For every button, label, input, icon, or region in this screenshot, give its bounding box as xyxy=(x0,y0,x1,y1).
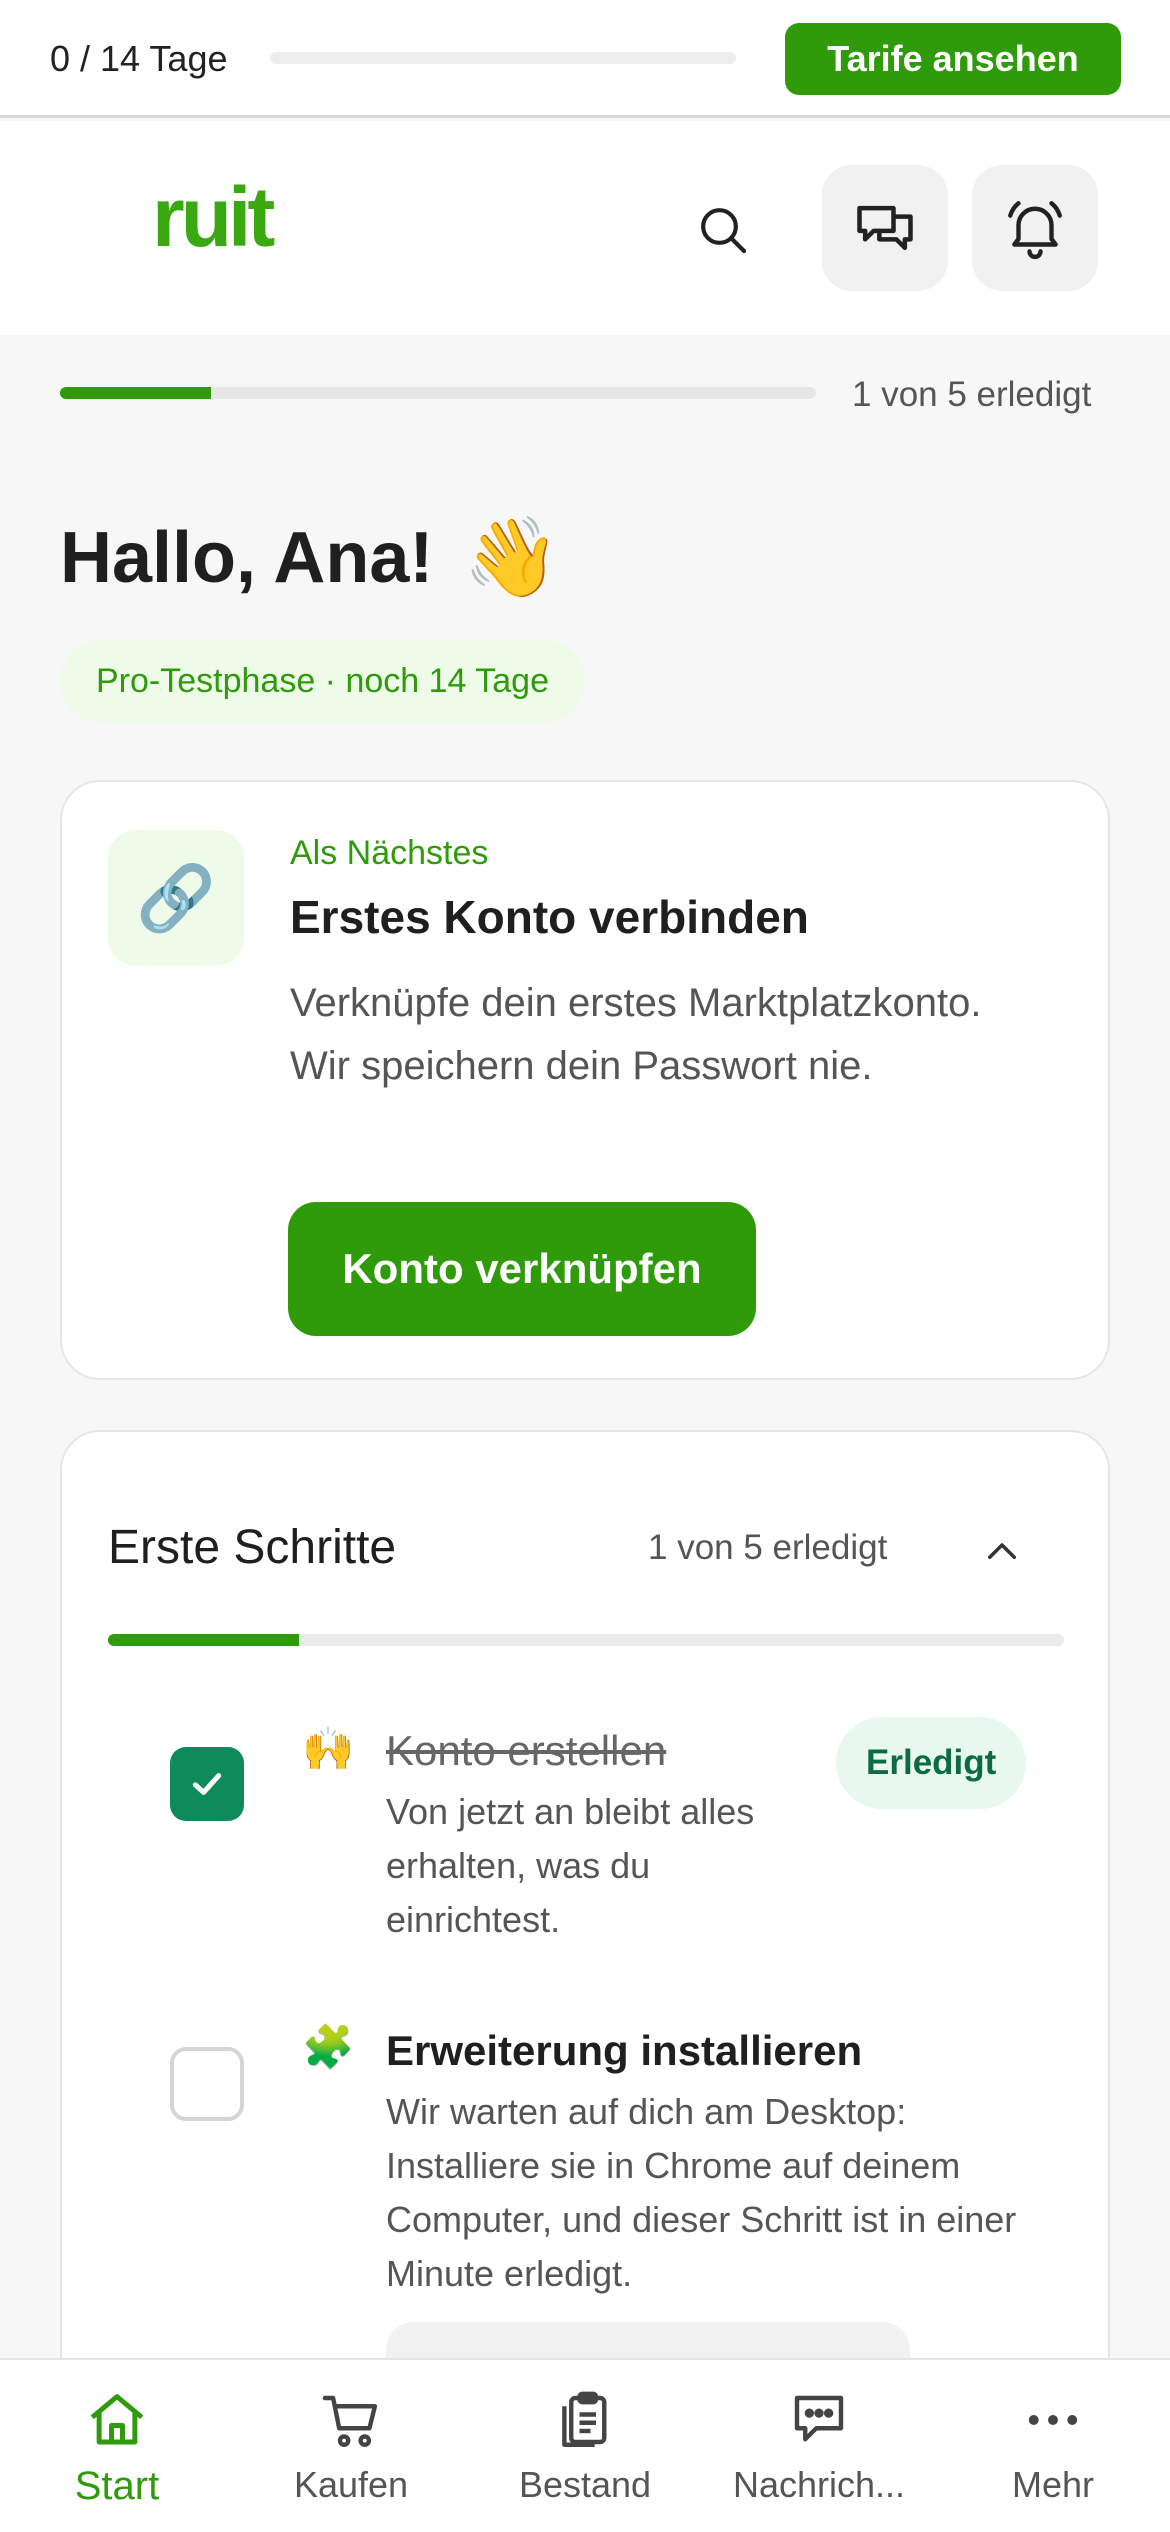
raised-hands-icon: 🙌 xyxy=(302,1725,355,1772)
nav-item-mehr[interactable]: Mehr xyxy=(936,2360,1170,2532)
app-header: ruit xyxy=(0,121,1170,335)
connect-account-button[interactable]: Konto verknüpfen xyxy=(288,1202,756,1336)
bottom-navigation: Start Kaufen Bestand Nachrich... Mehr xyxy=(0,2358,1170,2532)
step-install-extension: 🧩 Erweiterung installieren Wir warten au… xyxy=(62,2017,1112,2402)
home-icon xyxy=(81,2384,153,2456)
chevron-up-icon xyxy=(988,1543,1016,1559)
search-icon xyxy=(701,208,747,254)
puzzle-piece-icon: 🧩 xyxy=(302,2023,355,2070)
link-icon: 🔗 xyxy=(108,830,244,966)
greeting-text: Hallo, Ana! xyxy=(60,518,434,598)
onboarding-progress-label: 1 von 5 erledigt xyxy=(852,375,1092,414)
step-description: Wir warten auf dich am Desktop: Installi… xyxy=(386,2091,1017,2294)
messages-button[interactable] xyxy=(822,165,948,291)
nav-item-kaufen[interactable]: Kaufen xyxy=(234,2360,468,2532)
trial-bar: 0 / 14 Tage Tarife ansehen xyxy=(0,0,1170,118)
nav-label: Kaufen xyxy=(293,2464,409,2505)
first-steps-progress-bar xyxy=(108,1634,1064,1646)
message-icon xyxy=(783,2384,855,2456)
cart-icon xyxy=(315,2384,387,2456)
nav-label: Mehr xyxy=(1011,2464,1095,2505)
nav-item-start[interactable]: Start xyxy=(0,2360,234,2532)
bell-icon xyxy=(1008,201,1062,259)
first-steps-count: 1 von 5 erledigt xyxy=(648,1528,888,1567)
onboarding-progress-bar xyxy=(60,387,816,399)
search-button[interactable] xyxy=(688,195,758,265)
nav-item-nachrichten[interactable]: Nachrich... xyxy=(702,2360,936,2532)
done-badge: Erledigt xyxy=(836,1717,1027,1809)
view-plans-button[interactable]: Tarife ansehen xyxy=(785,23,1121,95)
onboarding-progress-fill xyxy=(60,387,212,399)
trial-progress-bar xyxy=(270,52,736,64)
first-steps-title: Erste Schritte xyxy=(108,1521,397,1574)
nav-label: Nachrich... xyxy=(732,2464,906,2505)
checkmark-icon xyxy=(192,1773,222,1795)
notifications-button[interactable] xyxy=(972,165,1098,291)
step-create-account: 🙌 Konto erstellen Von jetzt an bleibt al… xyxy=(62,1717,1112,1947)
collapse-toggle[interactable] xyxy=(972,1522,1032,1582)
chat-icon xyxy=(857,205,913,251)
next-step-title: Erstes Konto verbinden xyxy=(290,891,809,943)
nav-label: Start xyxy=(74,2464,160,2508)
next-step-eyebrow: Als Nächstes xyxy=(290,834,489,872)
nav-item-bestand[interactable]: Bestand xyxy=(468,2360,702,2532)
first-steps-progress-fill xyxy=(108,1634,300,1646)
next-step-card: 🔗 Als Nächstes Erstes Konto verbinden Ve… xyxy=(60,780,1110,1380)
more-icon xyxy=(1017,2384,1089,2456)
step-description: Von jetzt an bleibt alles erhalten, was … xyxy=(386,1791,755,1940)
clipboard-icon xyxy=(549,2384,621,2456)
step-checkbox-checked[interactable] xyxy=(170,1747,244,1821)
step-title: Konto erstellen xyxy=(386,1727,667,1774)
step-title: Erweiterung installieren xyxy=(386,2027,863,2074)
trial-day-counter: 0 / 14 Tage xyxy=(50,38,228,79)
nav-label: Bestand xyxy=(518,2464,652,2505)
waving-hand-icon: 👋 xyxy=(463,513,561,601)
greeting-heading: Hallo, Ana! 👋 xyxy=(60,512,560,604)
logo[interactable]: ruit xyxy=(152,169,275,266)
step-checkbox[interactable] xyxy=(170,2047,244,2121)
next-step-description: Verknüpfe dein erstes Marktplatzkonto. W… xyxy=(290,981,982,1088)
trial-status-badge: Pro-Testphase · noch 14 Tage xyxy=(60,640,585,722)
